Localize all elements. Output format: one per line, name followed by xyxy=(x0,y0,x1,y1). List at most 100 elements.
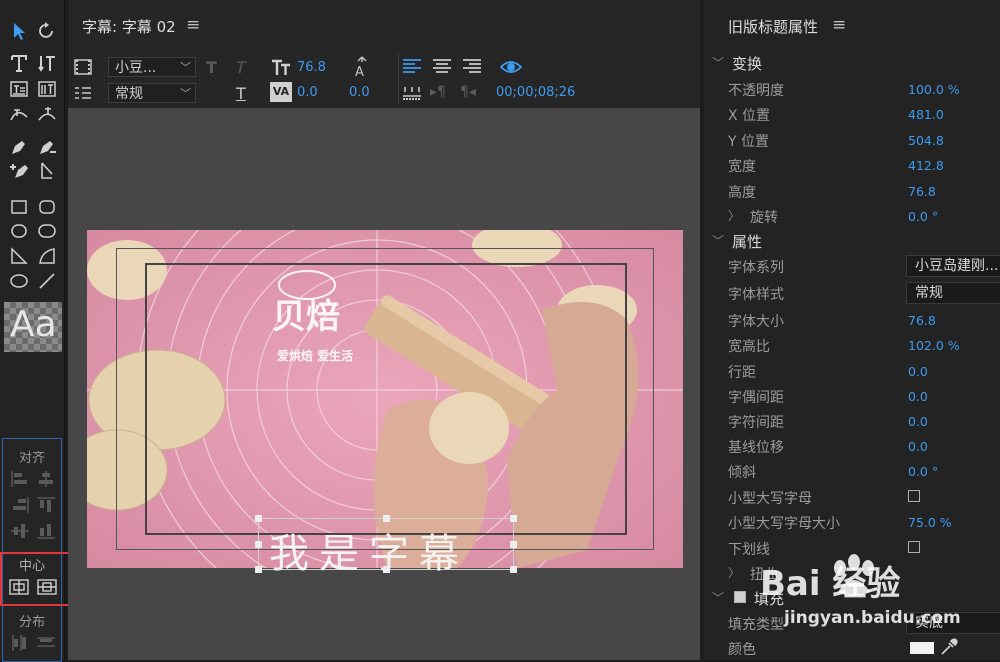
align-panel: 对齐 中心 分布 xyxy=(2,438,62,662)
resize-handle[interactable] xyxy=(255,566,262,573)
title-canvas-area[interactable]: 贝焙 爱烘焙 爱生活 我是字幕 xyxy=(68,108,700,660)
font-size-value[interactable]: 76.8 xyxy=(297,60,326,75)
underline-icon[interactable]: T xyxy=(236,84,246,103)
title-text-box[interactable]: 我是字幕 xyxy=(255,515,517,577)
small-caps-checkbox[interactable] xyxy=(908,490,920,502)
style-preview-text: Aa xyxy=(10,304,57,345)
attributes-section-header[interactable]: ﹀ 属性 xyxy=(704,229,1000,253)
kerning-row: 字偶间距 0.0 xyxy=(728,389,928,406)
wedge-tool-icon[interactable] xyxy=(6,245,32,267)
style-preview-swatch: Aa xyxy=(4,302,62,352)
tracking-prop-value[interactable]: 0.0 xyxy=(908,414,928,429)
kerning-value[interactable]: 0.0 xyxy=(297,85,318,100)
delete-anchor-tool-icon[interactable] xyxy=(34,136,60,158)
chevron-down-icon: ﹀ xyxy=(712,234,725,248)
align-text-left-icon[interactable] xyxy=(402,58,422,76)
align-horizontal-center-icon[interactable] xyxy=(9,521,31,541)
resize-handle[interactable] xyxy=(255,515,262,522)
rounded-corner-rectangle-tool-icon[interactable] xyxy=(34,220,60,242)
paragraph-right-icon[interactable]: ▸¶ xyxy=(430,84,446,100)
leading-row: 行距 0.0 xyxy=(728,364,928,381)
y-position-value[interactable]: 504.8 xyxy=(908,133,944,148)
resize-handle[interactable] xyxy=(383,566,390,573)
resize-handle[interactable] xyxy=(510,541,517,548)
slant-row: 倾斜 0.0 ° xyxy=(728,464,939,481)
width-value[interactable]: 412.8 xyxy=(908,158,944,173)
tab-stops-icon[interactable] xyxy=(74,84,92,102)
aspect-value[interactable]: 102.0 % xyxy=(908,338,960,353)
opacity-value[interactable]: 100.0 % xyxy=(908,82,960,97)
font-style-dropdown[interactable]: 常规 xyxy=(906,282,1000,304)
background-video-icon[interactable] xyxy=(74,58,92,76)
aspect-row: 宽高比 102.0 % xyxy=(728,338,960,355)
bold-icon[interactable]: T xyxy=(206,58,217,77)
x-position-value[interactable]: 481.0 xyxy=(908,107,944,122)
italic-icon[interactable]: T xyxy=(236,58,246,77)
vertical-area-type-tool-icon[interactable] xyxy=(34,78,60,100)
rotation-row[interactable]: 〉旋转 0.0 ° xyxy=(704,204,1000,228)
font-family-select[interactable]: 小豆... ﹀ xyxy=(108,57,196,77)
small-caps-size-value[interactable]: 75.0 % xyxy=(908,515,952,530)
rounded-rectangle-tool-icon[interactable] xyxy=(34,196,60,218)
distribute-center-icon[interactable] xyxy=(35,633,57,653)
resize-handle[interactable] xyxy=(510,566,517,573)
font-size-prop-value[interactable]: 76.8 xyxy=(908,313,936,328)
paragraph-left-icon[interactable]: ¶◂ xyxy=(460,84,476,100)
width-row: 宽度 412.8 xyxy=(728,158,944,175)
fill-checkbox[interactable] xyxy=(734,591,746,603)
align-top-icon[interactable] xyxy=(35,495,57,515)
area-type-tool-icon[interactable] xyxy=(6,78,32,100)
transform-section-header[interactable]: ﹀ 变换 xyxy=(704,51,1000,75)
align-bottom-icon[interactable] xyxy=(35,521,57,541)
leading-value[interactable]: 0.0 xyxy=(908,364,928,379)
font-style-row: 字体样式 常规 xyxy=(704,281,1000,305)
ellipse-tool-icon[interactable] xyxy=(6,270,32,292)
vertical-path-type-tool-icon[interactable] xyxy=(34,104,60,126)
rectangle-tool-icon[interactable] xyxy=(6,196,32,218)
resize-handle[interactable] xyxy=(510,515,517,522)
font-family-dropdown[interactable]: 小豆岛建刚... xyxy=(906,255,1000,277)
line-tool-icon[interactable] xyxy=(34,270,60,292)
kerning-prop-value[interactable]: 0.0 xyxy=(908,389,928,404)
font-style-select[interactable]: 常规 ﹀ xyxy=(108,83,196,103)
show-background-video-icon[interactable] xyxy=(499,57,523,77)
resize-handle[interactable] xyxy=(383,515,390,522)
editor-title: 字幕: 字幕 02 xyxy=(82,18,176,36)
leading-icon: A xyxy=(352,56,372,80)
arc-tool-icon[interactable] xyxy=(34,245,60,267)
distribute-left-icon[interactable] xyxy=(9,633,31,653)
selection-tool-icon[interactable] xyxy=(6,20,32,42)
path-type-tool-icon[interactable] xyxy=(6,104,32,126)
chevron-down-icon: ﹀ xyxy=(180,61,191,74)
height-value[interactable]: 76.8 xyxy=(908,184,936,199)
editor-menu-icon[interactable]: ≡ xyxy=(186,15,200,35)
align-section-title: 对齐 xyxy=(18,451,45,466)
font-size-row: 字体大小 76.8 xyxy=(728,313,936,330)
align-vertical-center-icon[interactable] xyxy=(35,469,57,489)
tracking-value[interactable]: 0.0 xyxy=(349,85,370,100)
add-anchor-tool-icon[interactable] xyxy=(6,160,32,182)
slant-value[interactable]: 0.0 ° xyxy=(908,464,938,479)
baidu-watermark: Bai 经验 jingyan.baidu.com xyxy=(760,548,1000,658)
align-text-center-icon[interactable] xyxy=(432,58,452,76)
svg-text:A: A xyxy=(355,65,364,78)
panel-menu-icon[interactable]: ≡ xyxy=(832,15,846,35)
tracking-row: 字符间距 0.0 xyxy=(728,414,928,431)
pen-tool-icon[interactable] xyxy=(6,136,32,158)
align-text-right-icon[interactable] xyxy=(462,58,482,76)
baseline-shift-row: 基线位移 0.0 xyxy=(728,439,928,456)
clipped-corner-rectangle-tool-icon[interactable] xyxy=(6,220,32,242)
timecode-value[interactable]: 00;00;08;26 xyxy=(496,85,575,100)
resize-handle[interactable] xyxy=(255,541,262,548)
vertical-type-tool-icon[interactable] xyxy=(34,52,60,74)
baseline-shift-value[interactable]: 0.0 xyxy=(908,439,928,454)
type-tool-icon[interactable] xyxy=(6,52,32,74)
x-position-row: X 位置 481.0 xyxy=(728,107,944,124)
convert-anchor-tool-icon[interactable] xyxy=(34,160,60,182)
rotation-value[interactable]: 0.0 ° xyxy=(908,209,938,224)
align-left-icon[interactable] xyxy=(9,469,31,489)
rotate-tool-icon[interactable] xyxy=(34,20,60,42)
align-right-icon[interactable] xyxy=(9,495,31,515)
tab-stops-ruler-icon[interactable] xyxy=(402,84,422,102)
editor-toolbar: 字幕: 字幕 02 ≡ 小豆... ﹀ 常规 ﹀ T T T 76.8 VA 0.0… xyxy=(68,0,700,108)
